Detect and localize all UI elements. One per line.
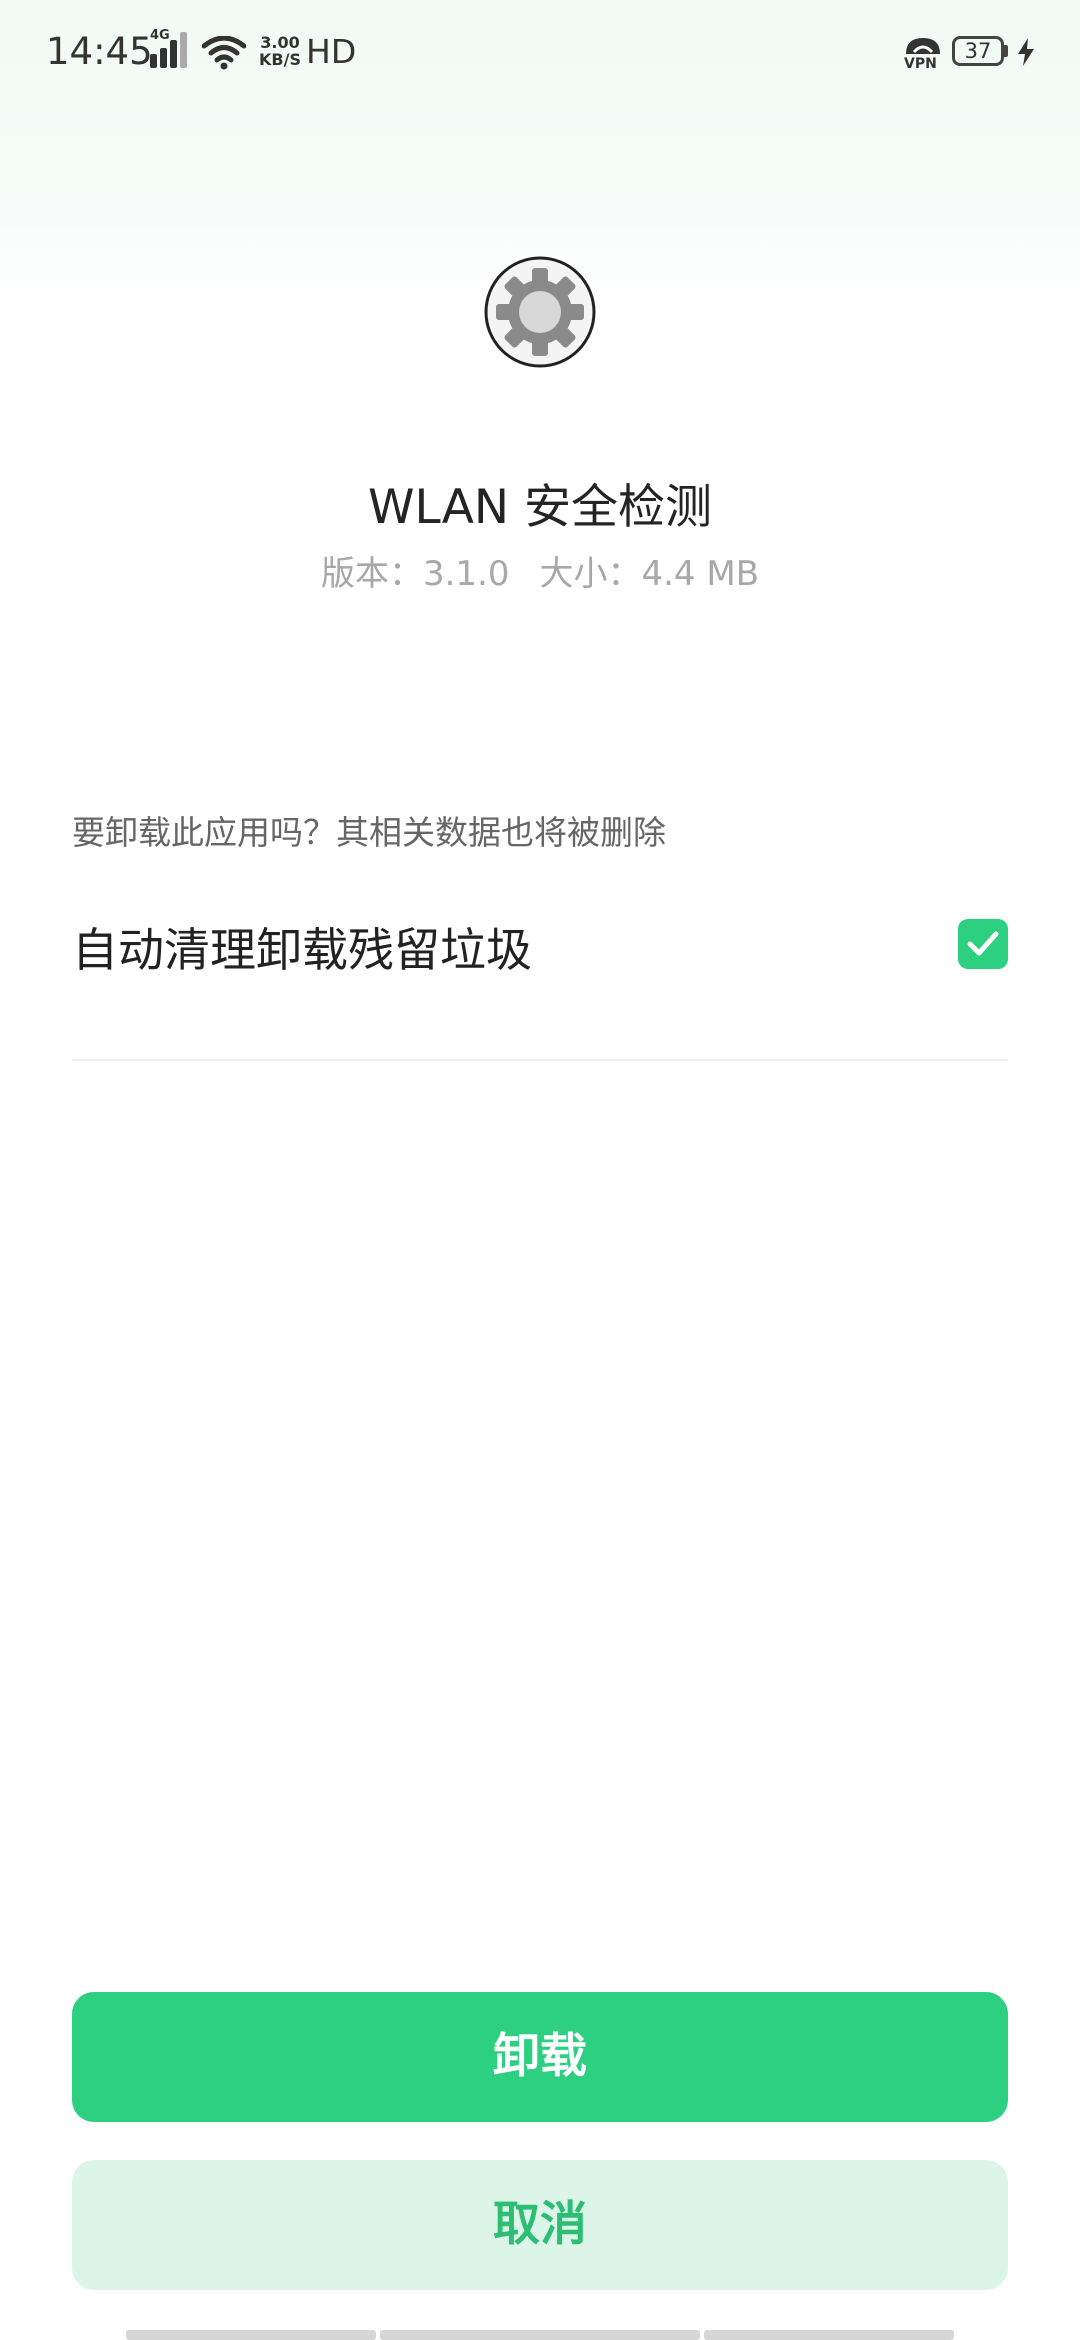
speed-value: 3.00 xyxy=(260,33,300,52)
cleanup-checkbox[interactable] xyxy=(958,919,1008,969)
cleanup-option-row[interactable]: 自动清理卸载残留垃圾 xyxy=(72,900,1008,990)
checkmark-icon xyxy=(967,931,999,956)
vpn-label: VPN xyxy=(904,56,937,72)
battery-tip xyxy=(1004,45,1008,57)
gear-icon xyxy=(484,256,596,368)
cleanup-option-label: 自动清理卸载残留垃圾 xyxy=(72,923,532,977)
battery-icon: 37 xyxy=(952,36,1004,66)
divider xyxy=(72,1059,1008,1061)
app-name: WLAN 安全检测 xyxy=(368,480,712,535)
wifi-icon xyxy=(202,36,246,70)
speed-unit: KB/S xyxy=(259,50,301,69)
battery-level: 37 xyxy=(964,39,992,63)
signal-icon xyxy=(150,32,187,68)
app-meta: 版本：3.1.0 大小：4.4 MB xyxy=(0,546,1080,595)
charging-bolt-icon xyxy=(1018,38,1034,66)
navigation-bar-segment xyxy=(704,2330,954,2340)
app-size: 大小：4.4 MB xyxy=(539,554,760,594)
network-speed: 3.00 KB/S xyxy=(256,34,304,68)
navigation-bar-segment xyxy=(126,2330,376,2340)
status-time: 14:45 xyxy=(46,30,153,73)
navigation-bar-segment xyxy=(380,2330,700,2340)
status-bar: 14:45 4G 3.00 KB/S HD VPN 37 xyxy=(0,0,1080,110)
app-version: 版本：3.1.0 xyxy=(320,554,510,594)
uninstall-button[interactable]: 卸载 xyxy=(72,1992,1008,2122)
uninstall-question: 要卸载此应用吗？其相关数据也将被删除 xyxy=(72,813,666,852)
hd-label: HD xyxy=(306,32,357,71)
cancel-button[interactable]: 取消 xyxy=(72,2160,1008,2290)
